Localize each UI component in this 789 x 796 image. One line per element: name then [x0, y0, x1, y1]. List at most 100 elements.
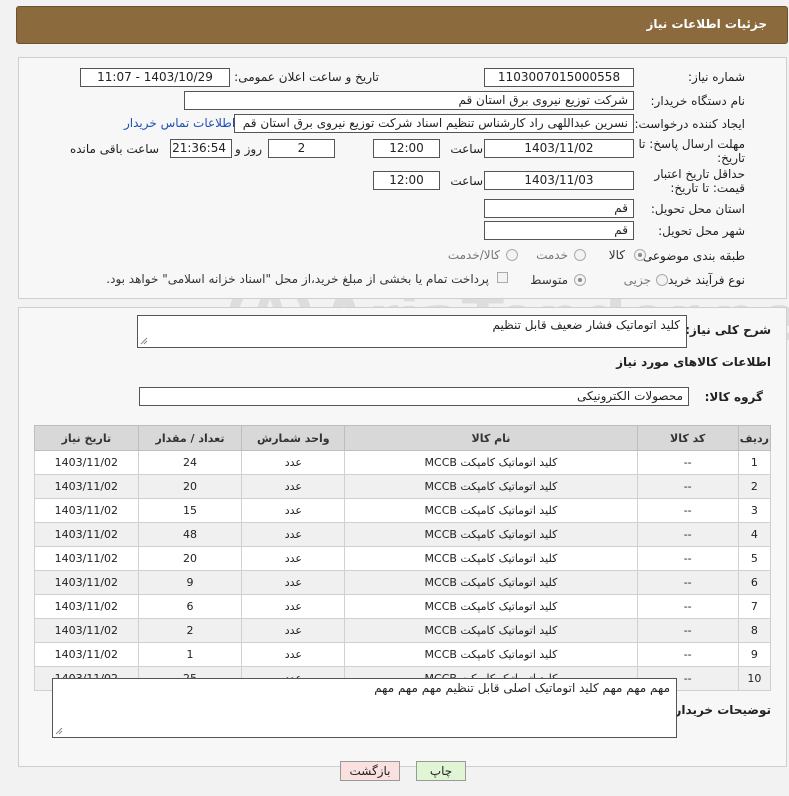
category-radio-goods[interactable] [634, 249, 646, 261]
cell-goods-code: -- [636, 618, 739, 643]
cell-row-number: 4 [737, 522, 772, 547]
cell-goods-name: کلید اتوماتیک کامپکت MCCB [344, 594, 638, 619]
cell-row-number: 2 [737, 474, 772, 499]
payment-note: پرداخت تمام یا بخشی از مبلغ خرید،از محل … [106, 272, 489, 286]
process-label: نوع فرآیند خرید : [660, 273, 745, 287]
page-title: جزئیات اطلاعات نیاز [646, 17, 767, 31]
cell-quantity: 9 [137, 570, 243, 595]
buyer-org-label: نام دستگاه خریدار: [650, 94, 746, 108]
need-number-field: 1103007015000558 [484, 68, 634, 87]
table-row: 3 -- کلید اتوماتیک کامپکت MCCB عدد 15 1403/11… [34, 498, 772, 523]
remaining-label: ساعت باقی مانده [69, 142, 159, 156]
table-row: 1 -- کلید اتوماتیک کامپکت MCCB عدد 24 1403/11… [34, 450, 772, 475]
cell-goods-code: -- [636, 522, 739, 547]
cell-quantity: 2 [137, 618, 243, 643]
cell-unit: عدد [241, 618, 346, 643]
cell-goods-name: کلید اتوماتیک کامپکت MCCB [344, 618, 638, 643]
table-row: 9 -- کلید اتوماتیک کامپکت MCCB عدد 1 1403/11/… [34, 642, 772, 667]
category-service-label: خدمت [536, 248, 568, 262]
resize-grip-icon [55, 727, 63, 735]
col-name-header: نام کالا [344, 425, 638, 451]
days-label: روز و [235, 142, 262, 156]
cell-goods-code: -- [636, 594, 739, 619]
delivery-city-field: قم [484, 221, 634, 240]
cell-goods-code: -- [636, 498, 739, 523]
cell-quantity: 20 [137, 474, 243, 499]
cell-quantity: 20 [137, 546, 243, 571]
cell-unit: عدد [241, 570, 346, 595]
cell-need-date: 1403/11/02 [34, 594, 139, 619]
cell-goods-name: کلید اتوماتیک کامپکت MCCB [344, 546, 638, 571]
description-textarea: کلید اتوماتیک فشار ضعیف قابل تنظیم [137, 315, 687, 348]
cell-goods-name: کلید اتوماتیک کامپکت MCCB [344, 498, 638, 523]
announce-label: تاریخ و ساعت اعلان عمومی: [234, 70, 379, 84]
buyer-contact-link[interactable]: اطلاعات تماس خریدار [124, 116, 235, 130]
cell-need-date: 1403/11/02 [34, 522, 139, 547]
price-time-field: 12:00 [373, 171, 440, 190]
goods-group-label: گروه کالا: [704, 390, 763, 404]
cell-goods-code: -- [636, 474, 739, 499]
cell-row-number: 8 [737, 618, 772, 643]
process-radio-partial[interactable] [656, 274, 668, 286]
cell-need-date: 1403/11/02 [34, 642, 139, 667]
process-radio-medium[interactable] [574, 274, 586, 286]
items-section-title: اطلاعات کالاهای مورد نیاز [616, 355, 771, 369]
cell-need-date: 1403/11/02 [34, 498, 139, 523]
cell-goods-code: -- [636, 642, 739, 667]
buyer-notes-label: توضیحات خریدار: [669, 703, 771, 717]
cell-unit: عدد [241, 642, 346, 667]
announce-field: 1403/10/29 - 11:07 [80, 68, 230, 87]
cell-goods-code: -- [636, 546, 739, 571]
table-row: 4 -- کلید اتوماتیک کامپکت MCCB عدد 48 1403/11… [34, 522, 772, 547]
cell-goods-name: کلید اتوماتیک کامپکت MCCB [344, 642, 638, 667]
page-header: جزئیات اطلاعات نیاز [16, 6, 788, 44]
cell-need-date: 1403/11/02 [34, 570, 139, 595]
cell-goods-name: کلید اتوماتیک کامپکت MCCB [344, 570, 638, 595]
days-field: 2 [268, 139, 335, 158]
col-row-header: ردیف [737, 425, 772, 451]
page: جزئیات اطلاعات نیاز AriaTender.neT شماره… [0, 0, 789, 796]
category-radio-goods-service[interactable] [506, 249, 518, 261]
reply-date-field: 1403/11/02 [484, 139, 634, 158]
buyer-org-field: شرکت توزیع نیروی برق استان قم [184, 91, 634, 110]
cell-row-number: 6 [737, 570, 772, 595]
cell-row-number: 10 [737, 666, 772, 691]
table-row: 6 -- کلید اتوماتیک کامپکت MCCB عدد 9 1403/11/… [34, 570, 772, 595]
col-date-header: تاریخ نیاز [34, 425, 139, 451]
items-table: ردیف کد کالا نام کالا واحد شمارش تعداد /… [34, 425, 772, 691]
table-row: 8 -- کلید اتوماتیک کامپکت MCCB عدد 2 1403/11/… [34, 618, 772, 643]
process-partial-label: جزیی [623, 273, 651, 287]
cell-quantity: 24 [137, 450, 243, 475]
buyer-notes-text: مهم مهم مهم کلید اتوماتیک اصلی قابل تنظی… [374, 681, 670, 695]
col-code-header: کد کالا [636, 425, 739, 451]
print-button[interactable]: چاپ [416, 761, 466, 781]
cell-goods-code: -- [636, 450, 739, 475]
col-unit-header: واحد شمارش [241, 425, 346, 451]
need-number-label: شماره نیاز: [688, 70, 745, 84]
cell-need-date: 1403/11/02 [34, 450, 139, 475]
cell-quantity: 15 [137, 498, 243, 523]
resize-grip-icon [140, 337, 148, 345]
cell-goods-name: کلید اتوماتیک کامپکت MCCB [344, 522, 638, 547]
price-validity-label: حداقل تاریخ اعتبار قیمت: تا تاریخ: [654, 167, 745, 195]
cell-unit: عدد [241, 450, 346, 475]
category-goods-label: کالا [608, 248, 625, 262]
creator-field: نسرین عبداللهی راد کارشناس تنظیم اسناد ش… [234, 114, 634, 133]
cell-need-date: 1403/11/02 [34, 618, 139, 643]
cell-unit: عدد [241, 474, 346, 499]
process-medium-label: متوسط [530, 273, 568, 287]
back-button[interactable]: بازگشت [340, 761, 400, 781]
reply-deadline-label: مهلت ارسال پاسخ: تا تاریخ: [638, 137, 745, 165]
cell-row-number: 1 [737, 450, 772, 475]
cell-quantity: 48 [137, 522, 243, 547]
treasury-checkbox[interactable] [497, 272, 508, 283]
category-radio-service[interactable] [574, 249, 586, 261]
cell-row-number: 7 [737, 594, 772, 619]
creator-label: ایجاد کننده درخواست: [634, 117, 745, 131]
cell-need-date: 1403/11/02 [34, 546, 139, 571]
delivery-province-label: استان محل تحویل: [650, 202, 745, 216]
cell-goods-name: کلید اتوماتیک کامپکت MCCB [344, 450, 638, 475]
category-goods-service-label: کالا/خدمت [447, 248, 500, 262]
col-qty-header: تعداد / مقدار [137, 425, 243, 451]
cell-goods-name: کلید اتوماتیک کامپکت MCCB [344, 474, 638, 499]
